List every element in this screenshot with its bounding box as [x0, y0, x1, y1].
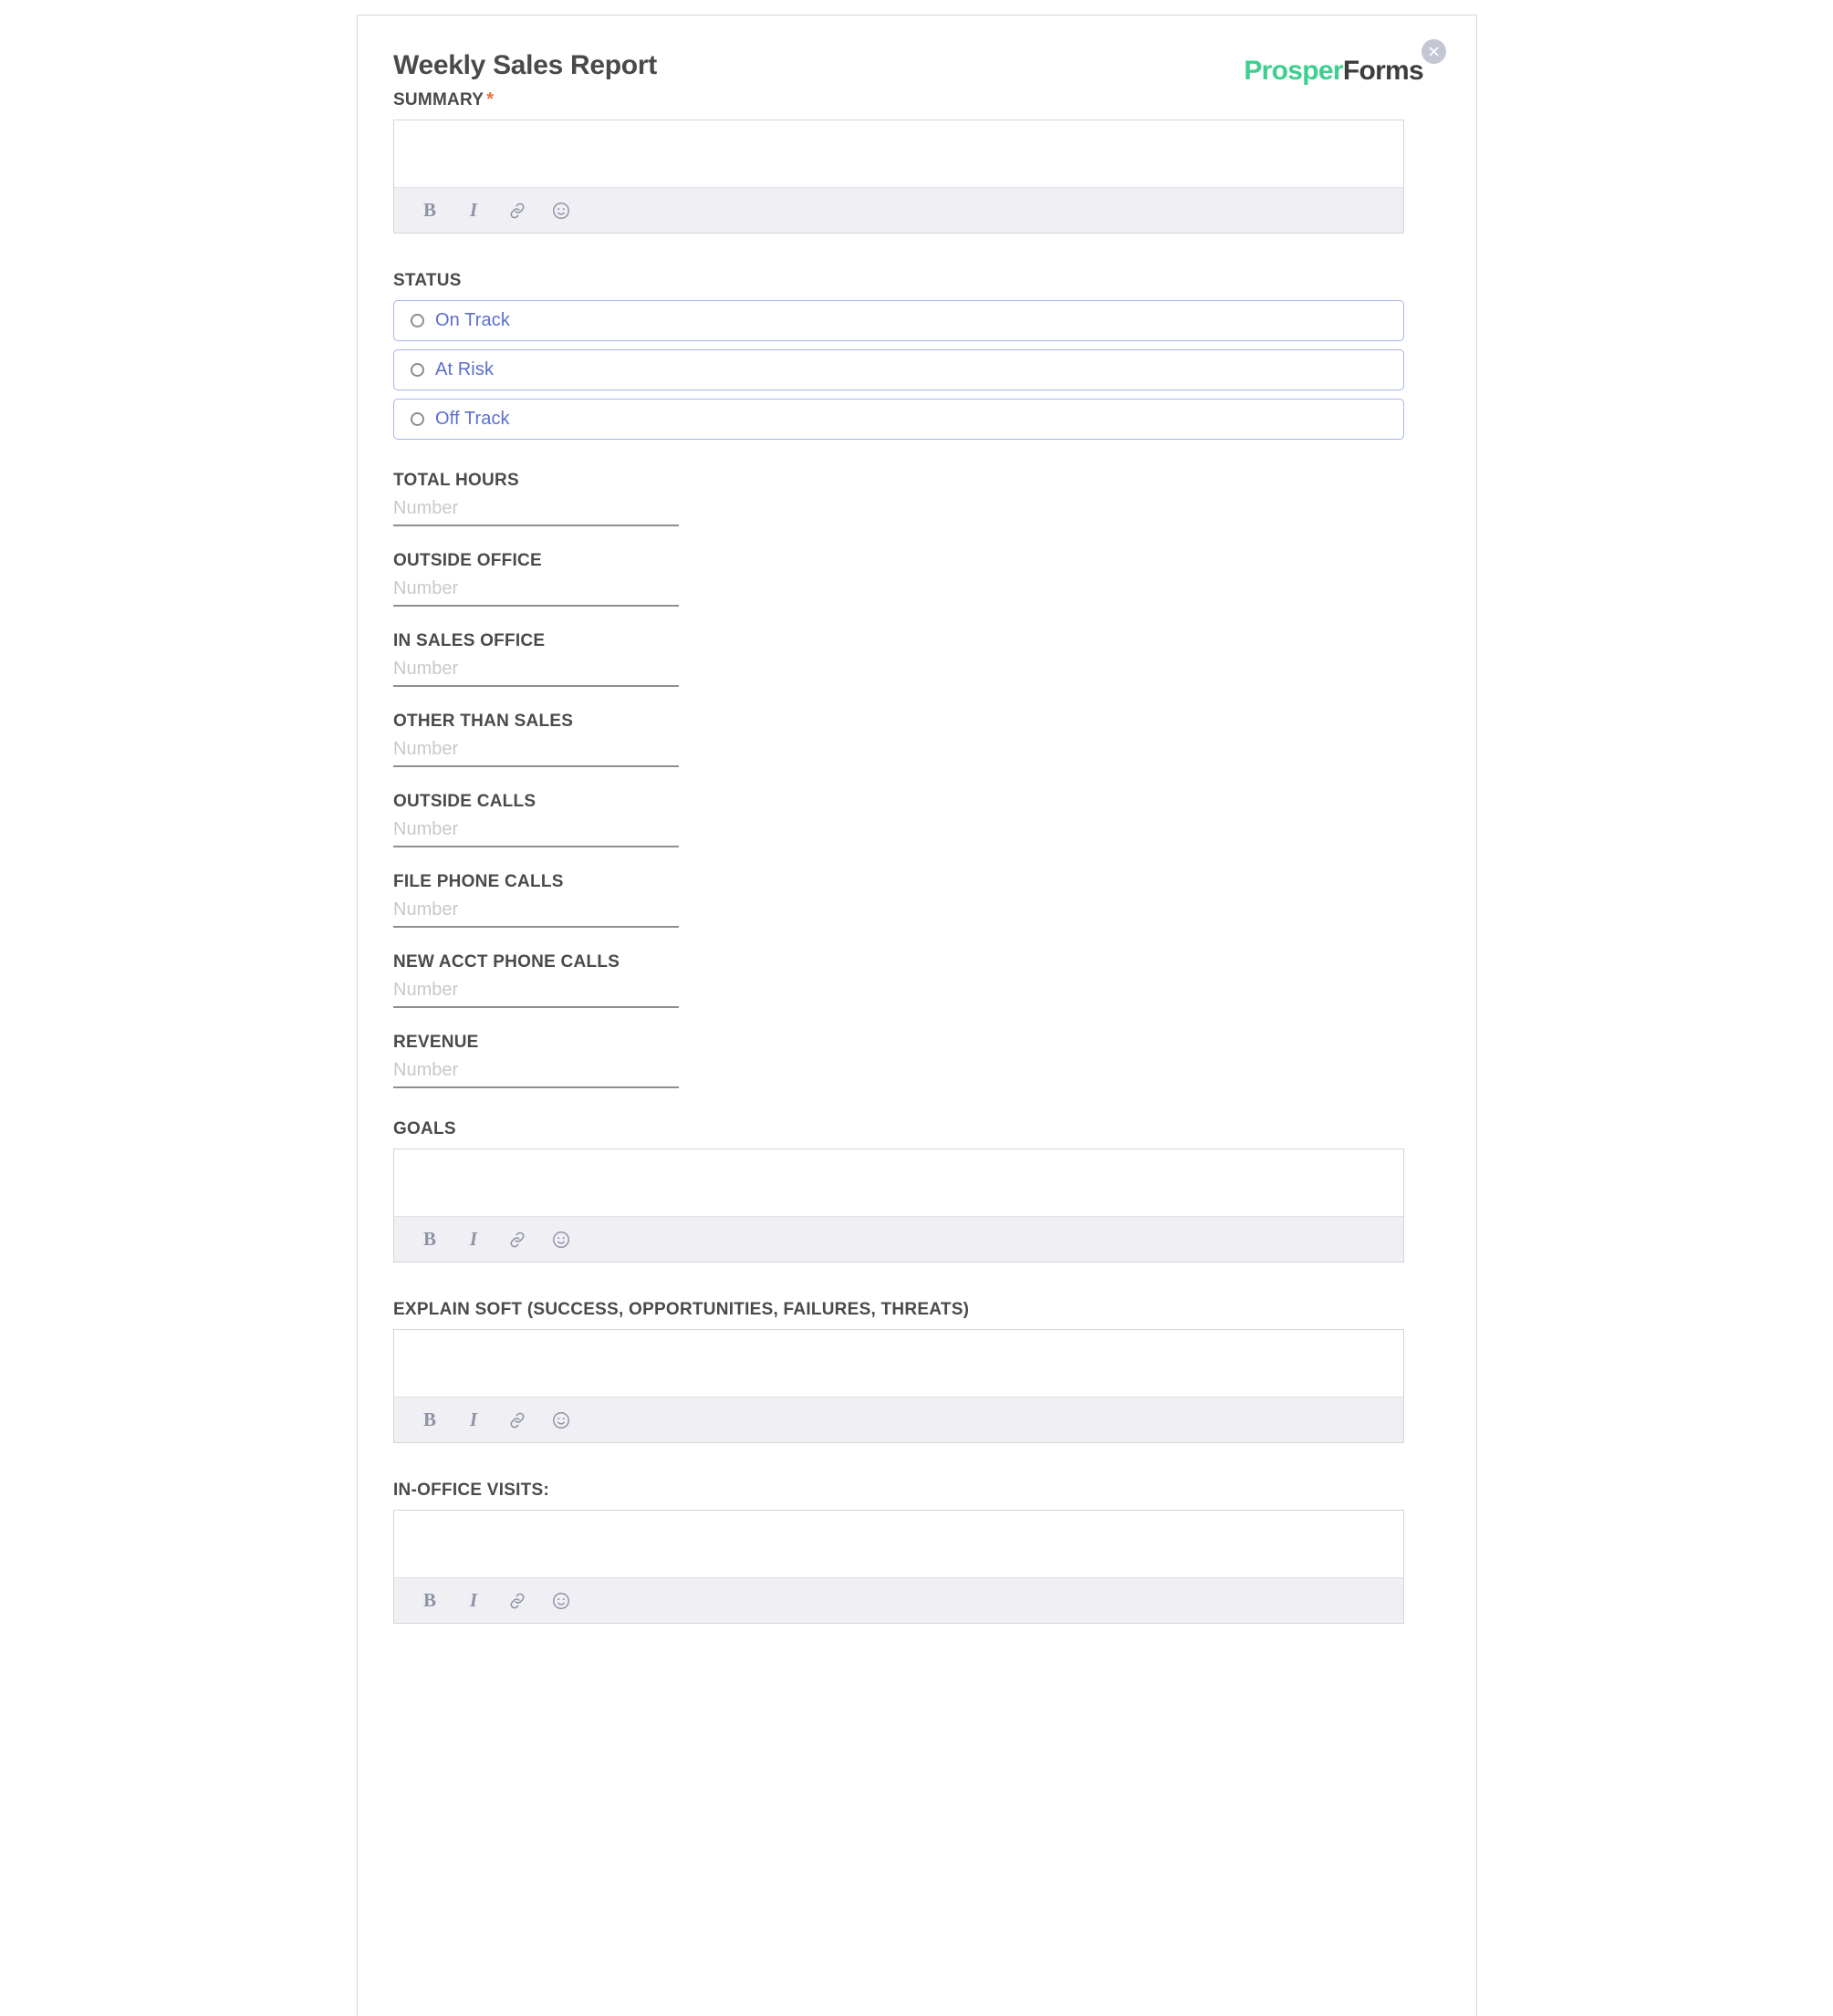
field-total-hours-label: TOTAL HOURS — [393, 471, 519, 490]
close-icon — [1428, 46, 1440, 57]
field-in-office-visits-label: IN-OFFICE VISITS: — [393, 1481, 550, 1500]
italic-button[interactable]: I — [462, 1589, 485, 1613]
radio-icon — [411, 363, 424, 377]
field-file-phone-calls: FILE PHONE CALLS — [393, 871, 1440, 928]
close-button[interactable] — [1422, 39, 1446, 64]
brand-logo: ProsperForms — [1244, 56, 1423, 87]
status-option-on-track[interactable]: On Track — [393, 300, 1404, 341]
status-option-at-risk[interactable]: At Risk — [393, 349, 1404, 390]
in-office-visits-editor: B I — [393, 1510, 1404, 1624]
field-goals: GOALS B I — [393, 1118, 1440, 1263]
explain-soft-editor-toolbar: B I — [394, 1397, 1403, 1442]
goals-editor: B I — [393, 1148, 1404, 1263]
field-revenue-label: REVENUE — [393, 1033, 479, 1052]
emoji-icon[interactable] — [549, 1589, 573, 1613]
form-card: Weekly Sales Report ProsperForms SUMMARY… — [357, 15, 1477, 2016]
bold-button[interactable]: B — [418, 199, 442, 223]
new-acct-phone-calls-input[interactable] — [393, 977, 679, 1008]
field-status: STATUS On Track At Risk Off Track — [393, 270, 1440, 440]
in-office-visits-editor-toolbar: B I — [394, 1577, 1403, 1623]
revenue-input[interactable] — [393, 1057, 679, 1088]
status-option-label: On Track — [435, 310, 510, 330]
italic-button[interactable]: I — [462, 1408, 485, 1432]
outside-calls-input[interactable] — [393, 816, 679, 847]
field-in-office-visits: IN-OFFICE VISITS: B I — [393, 1480, 1440, 1624]
form-header: Weekly Sales Report ProsperForms — [393, 39, 1446, 92]
in-sales-office-input[interactable] — [393, 656, 679, 687]
summary-input[interactable] — [394, 120, 1403, 187]
field-explain-soft-label: EXPLAIN SOFT (SUCCESS, OPPORTUNITIES, FA… — [393, 1300, 970, 1319]
field-summary: SUMMARY * B I — [393, 88, 1440, 234]
explain-soft-input[interactable] — [394, 1330, 1403, 1397]
total-hours-input[interactable] — [393, 495, 679, 526]
italic-button[interactable]: I — [462, 199, 485, 223]
field-outside-calls-label: OUTSIDE CALLS — [393, 792, 536, 811]
summary-editor-toolbar: B I — [394, 187, 1403, 233]
radio-icon — [411, 314, 424, 327]
field-outside-office-label: OUTSIDE OFFICE — [393, 551, 542, 570]
status-option-label: At Risk — [435, 359, 495, 379]
brand-logo-second: Forms — [1342, 56, 1424, 86]
link-icon[interactable] — [505, 1589, 529, 1613]
bold-button[interactable]: B — [418, 1408, 442, 1432]
field-status-label: STATUS — [393, 271, 462, 290]
field-goals-label: GOALS — [393, 1119, 456, 1138]
field-outside-office: OUTSIDE OFFICE — [393, 550, 1440, 607]
link-icon[interactable] — [505, 1408, 529, 1432]
in-office-visits-input[interactable] — [394, 1511, 1403, 1577]
field-summary-label-text: SUMMARY — [393, 90, 484, 109]
italic-button[interactable]: I — [462, 1228, 485, 1252]
status-radio-group: On Track At Risk Off Track — [393, 300, 1440, 440]
other-than-sales-input[interactable] — [393, 736, 679, 767]
page-root: Weekly Sales Report ProsperForms SUMMARY… — [0, 0, 1833, 2016]
form-card-inner: Weekly Sales Report ProsperForms SUMMARY… — [358, 16, 1476, 1624]
goals-input[interactable] — [394, 1149, 1403, 1216]
field-new-acct-phone-calls: NEW ACCT PHONE CALLS — [393, 951, 1440, 1008]
field-other-than-sales-label: OTHER THAN SALES — [393, 712, 574, 731]
field-total-hours: TOTAL HOURS — [393, 470, 1440, 526]
status-option-off-track[interactable]: Off Track — [393, 399, 1404, 440]
field-other-than-sales: OTHER THAN SALES — [393, 711, 1440, 767]
field-explain-soft: EXPLAIN SOFT (SUCCESS, OPPORTUNITIES, FA… — [393, 1299, 1440, 1443]
required-marker: * — [486, 89, 495, 109]
field-in-sales-office-label: IN SALES OFFICE — [393, 631, 546, 650]
summary-editor: B I — [393, 120, 1404, 234]
radio-icon — [411, 412, 424, 426]
link-icon[interactable] — [505, 199, 529, 223]
field-file-phone-calls-label: FILE PHONE CALLS — [393, 872, 564, 891]
emoji-icon[interactable] — [549, 1228, 573, 1252]
outside-office-input[interactable] — [393, 576, 679, 607]
field-revenue: REVENUE — [393, 1032, 1440, 1088]
brand-logo-first: Prosper — [1244, 56, 1343, 86]
status-option-label: Off Track — [435, 409, 510, 429]
file-phone-calls-input[interactable] — [393, 897, 679, 928]
emoji-icon[interactable] — [549, 1408, 573, 1432]
explain-soft-editor: B I — [393, 1329, 1404, 1443]
goals-editor-toolbar: B I — [394, 1216, 1403, 1262]
emoji-icon[interactable] — [549, 199, 573, 223]
bold-button[interactable]: B — [418, 1589, 442, 1613]
field-new-acct-phone-calls-label: NEW ACCT PHONE CALLS — [393, 952, 620, 972]
field-outside-calls: OUTSIDE CALLS — [393, 791, 1440, 847]
field-in-sales-office: IN SALES OFFICE — [393, 630, 1440, 687]
bold-button[interactable]: B — [418, 1228, 442, 1252]
link-icon[interactable] — [505, 1228, 529, 1252]
